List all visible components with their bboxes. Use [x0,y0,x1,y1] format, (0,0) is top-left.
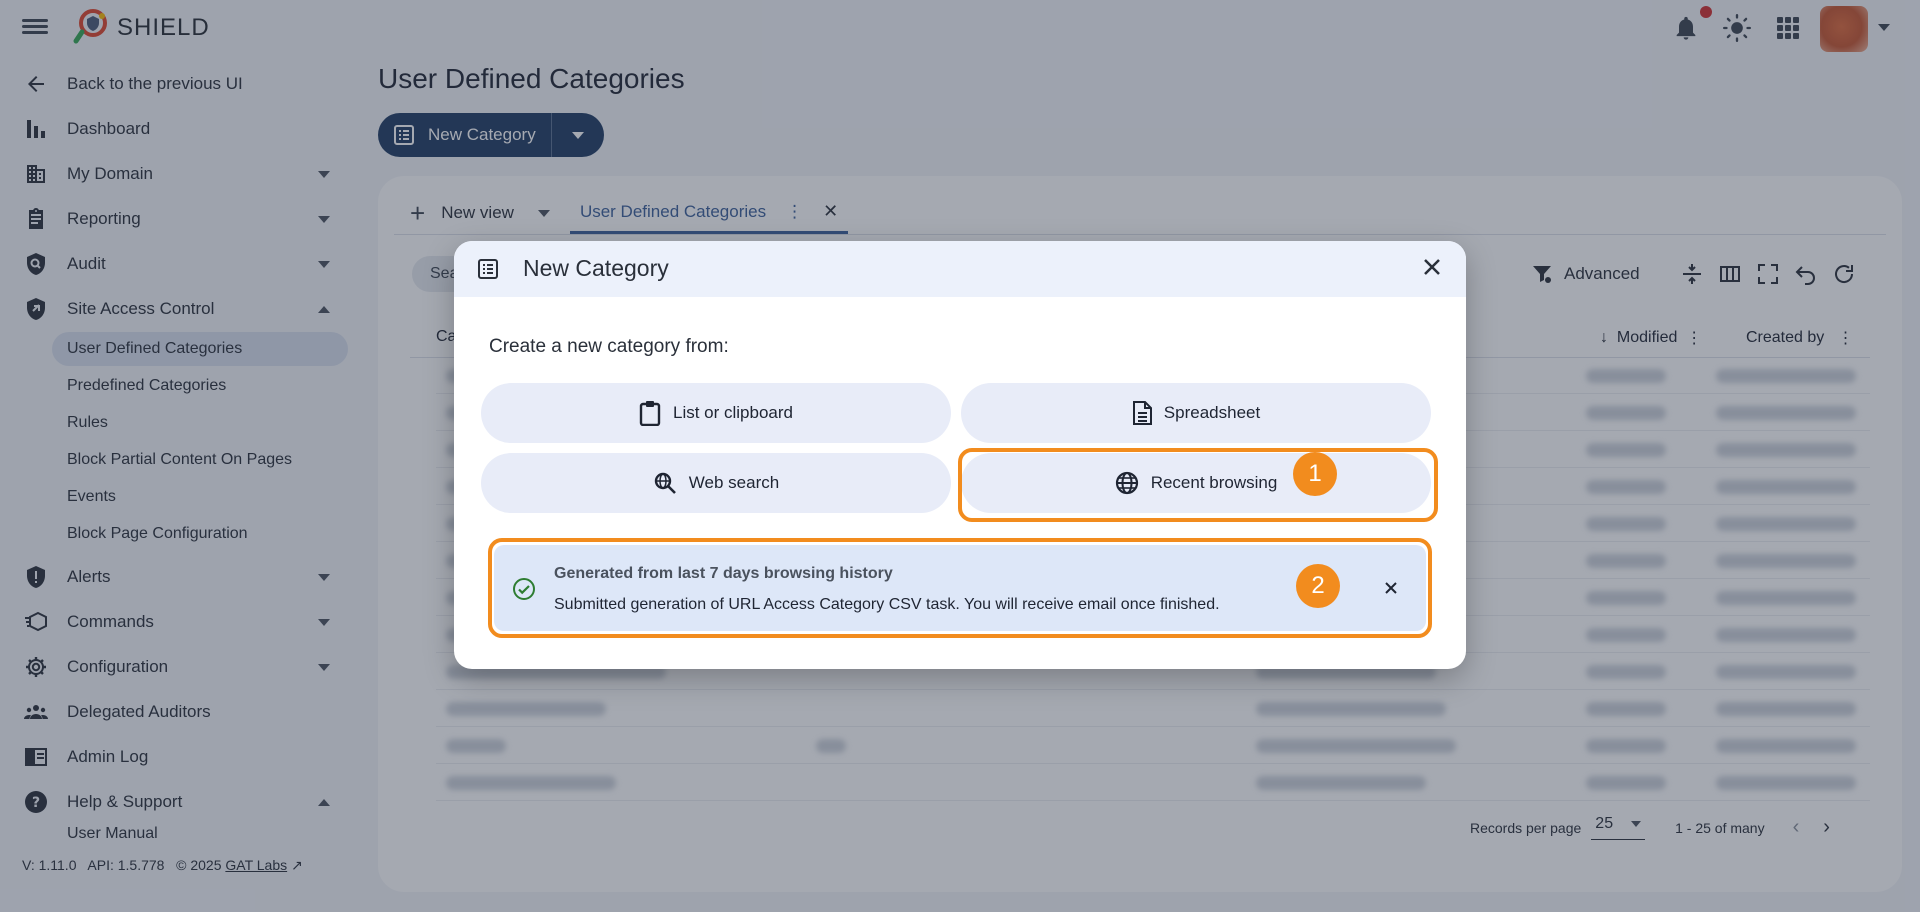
alert-title: Generated from last 7 days browsing hist… [554,565,893,582]
step-marker-1: 1 [1293,452,1337,496]
spreadsheet-file-icon [1132,401,1152,425]
success-alert: Generated from last 7 days browsing hist… [494,545,1426,631]
recent-browsing-highlight [958,448,1438,522]
list-or-clipboard-label: List or clipboard [672,403,793,422]
close-alert-icon[interactable] [1383,580,1399,596]
spreadsheet-label: Spreadsheet [1163,403,1261,422]
web-search-button[interactable]: Web search [481,453,951,513]
search-globe-icon [654,472,676,494]
clipboard-icon [639,401,661,426]
spreadsheet-button[interactable]: Spreadsheet [961,383,1431,443]
dialog-header: New Category [454,241,1466,297]
web-search-label: Web search [688,473,780,492]
alert-message: Submitted generation of URL Access Categ… [554,596,1220,613]
close-dialog-icon[interactable] [1420,255,1444,279]
dialog-title: New Category [523,255,669,281]
list-document-icon [478,259,498,279]
step-marker-2: 2 [1296,564,1340,608]
list-or-clipboard-button[interactable]: List or clipboard [481,383,951,443]
new-category-dialog: New Category Create a new category from:… [454,241,1466,669]
check-circle-icon [513,578,535,600]
dialog-prompt: Create a new category from: [489,336,729,357]
